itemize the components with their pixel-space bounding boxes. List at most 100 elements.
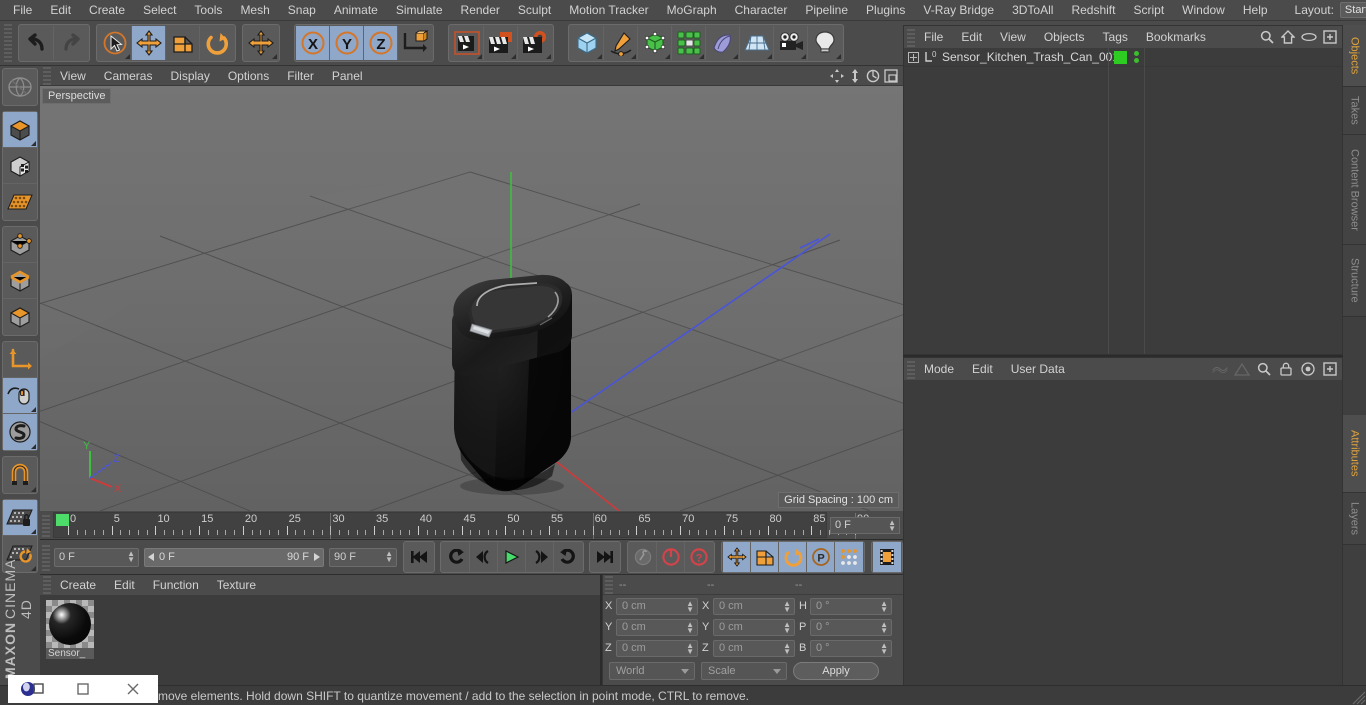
- minimize-icon[interactable]: [58, 675, 108, 703]
- record-key-button[interactable]: ?: [685, 542, 713, 572]
- material-menu-edit[interactable]: Edit: [105, 575, 144, 595]
- right-tab-layers[interactable]: Layers: [1343, 493, 1366, 545]
- menu-character[interactable]: Character: [726, 0, 797, 21]
- scale-tool-button[interactable]: [166, 26, 200, 60]
- add-icon[interactable]: [1322, 361, 1338, 377]
- add-deformer-button[interactable]: [706, 26, 740, 60]
- redo-button[interactable]: [54, 26, 88, 60]
- texture-mode-icon[interactable]: [3, 148, 37, 184]
- add-floor-button[interactable]: [740, 26, 774, 60]
- step-forward-button[interactable]: [526, 542, 554, 572]
- range-left-arrow-icon[interactable]: [148, 553, 156, 561]
- add-spline-button[interactable]: [604, 26, 638, 60]
- coord-field-size-z[interactable]: 0 cm▲▼: [713, 640, 795, 657]
- apply-button[interactable]: Apply: [793, 662, 879, 680]
- object-visibility-dots[interactable]: [1134, 51, 1139, 63]
- add-layer-icon[interactable]: [1322, 29, 1338, 45]
- menu-redshift[interactable]: Redshift: [1062, 0, 1124, 21]
- object-tree[interactable]: 0 Sensor_Kitchen_Trash_Can_001: [904, 48, 1342, 354]
- coordinate-mode-dropdown[interactable]: Scale: [701, 662, 787, 680]
- coord-field-rotation-p[interactable]: 0 °▲▼: [810, 619, 892, 636]
- menu-mesh[interactable]: Mesh: [231, 0, 278, 21]
- coord-spinner[interactable]: ▲▼: [686, 622, 694, 634]
- zoom-view-icon[interactable]: [847, 68, 863, 84]
- toolbar-drag-handle[interactable]: [4, 24, 12, 62]
- play-reverse-button[interactable]: [442, 542, 470, 572]
- object-row[interactable]: 0 Sensor_Kitchen_Trash_Can_001: [904, 48, 1342, 67]
- move-tool-button[interactable]: [132, 26, 166, 60]
- menu-tools[interactable]: Tools: [185, 0, 231, 21]
- viewport-menu-filter[interactable]: Filter: [278, 66, 323, 86]
- viewport-3d[interactable]: Perspective Grid Spacing : 100 cm Y X Z: [40, 86, 903, 511]
- render-settings-button[interactable]: [518, 26, 552, 60]
- right-tab-takes[interactable]: Takes: [1343, 87, 1366, 135]
- current-frame-field[interactable]: 0 F ▲▼: [54, 548, 139, 567]
- go-to-end-button[interactable]: [554, 542, 582, 572]
- menu-mograph[interactable]: MoGraph: [658, 0, 726, 21]
- attribute-menu-edit[interactable]: Edit: [963, 358, 1002, 380]
- menu-3dtoall[interactable]: 3DToAll: [1003, 0, 1062, 21]
- undo-button[interactable]: [20, 26, 54, 60]
- object-menu-edit[interactable]: Edit: [952, 26, 991, 48]
- coord-spinner[interactable]: ▲▼: [880, 622, 888, 634]
- material-preview-icon[interactable]: [46, 600, 94, 648]
- live-selection-button[interactable]: [98, 26, 132, 60]
- coord-spinner[interactable]: ▲▼: [880, 601, 888, 613]
- model-mode-icon[interactable]: [3, 112, 37, 148]
- go-to-start-button[interactable]: [405, 542, 433, 572]
- workplane-lock-icon[interactable]: [3, 500, 37, 536]
- coord-spinner[interactable]: ▲▼: [783, 643, 791, 655]
- coordinate-system-dropdown[interactable]: World: [609, 662, 695, 680]
- menu-file[interactable]: File: [4, 0, 41, 21]
- coord-field-size-y[interactable]: 0 cm▲▼: [713, 619, 795, 636]
- render-view-button[interactable]: [450, 26, 484, 60]
- viewport-menu-display[interactable]: Display: [161, 66, 218, 86]
- object-menu-file[interactable]: File: [915, 26, 952, 48]
- coord-field-rotation-b[interactable]: 0 °▲▼: [810, 640, 892, 657]
- rotate-view-icon[interactable]: [865, 68, 881, 84]
- lock-z-button[interactable]: Z: [364, 26, 398, 60]
- coord-spinner[interactable]: ▲▼: [686, 643, 694, 655]
- document-end-field[interactable]: 90 F ▲▼: [329, 548, 397, 567]
- step-back-button[interactable]: [470, 542, 498, 572]
- wave-icon[interactable]: [1212, 361, 1228, 377]
- key-scale-button[interactable]: [751, 542, 779, 572]
- coord-field-size-x[interactable]: 0 cm▲▼: [713, 598, 795, 615]
- rotate-tool-button[interactable]: [200, 26, 234, 60]
- key-position-button[interactable]: [723, 542, 751, 572]
- timeline-view-button[interactable]: [873, 542, 901, 572]
- menu-help[interactable]: Help: [1234, 0, 1277, 21]
- timeline-frame-field[interactable]: 0 F ▲▼: [830, 517, 900, 534]
- menu-create[interactable]: Create: [80, 0, 134, 21]
- add-camera-button[interactable]: [774, 26, 808, 60]
- enable-axis-icon[interactable]: [3, 378, 37, 414]
- move-view-icon[interactable]: [829, 68, 845, 84]
- lock-icon[interactable]: [1278, 361, 1294, 377]
- object-menu-tags[interactable]: Tags: [1094, 26, 1137, 48]
- menu-select[interactable]: Select: [134, 0, 185, 21]
- menu-sculpt[interactable]: Sculpt: [509, 0, 560, 21]
- attribute-menu-mode[interactable]: Mode: [915, 358, 963, 380]
- autokey-button[interactable]: [629, 542, 657, 572]
- object-menu-view[interactable]: View: [991, 26, 1035, 48]
- coord-field-rotation-h[interactable]: 0 °▲▼: [810, 598, 892, 615]
- move-secondary-button[interactable]: [244, 26, 278, 60]
- layout-dropdown[interactable]: Startup: [1340, 2, 1366, 18]
- coord-field-position-x[interactable]: 0 cm▲▼: [616, 598, 698, 615]
- lock-x-button[interactable]: X: [296, 26, 330, 60]
- material-item[interactable]: Sensor_: [46, 600, 94, 659]
- app-restore-icon[interactable]: [8, 675, 58, 703]
- attribute-manager-drag-handle[interactable]: [907, 359, 915, 379]
- coord-spinner[interactable]: ▲▼: [880, 643, 888, 655]
- material-drag-handle[interactable]: [43, 576, 51, 594]
- key-rotation-button[interactable]: [779, 542, 807, 572]
- document-end-spinner[interactable]: ▲▼: [385, 551, 393, 563]
- viewport-menu-panel[interactable]: Panel: [323, 66, 372, 86]
- edges-mode-icon[interactable]: [3, 263, 37, 299]
- coordinates-drag-handle[interactable]: [605, 576, 613, 594]
- key-param-button[interactable]: P: [807, 542, 835, 572]
- coordinate-system-button[interactable]: [398, 26, 432, 60]
- timeline-drag-handle[interactable]: [42, 513, 50, 537]
- polygons-mode-icon[interactable]: [3, 299, 37, 335]
- undo-view-icon[interactable]: [3, 69, 37, 105]
